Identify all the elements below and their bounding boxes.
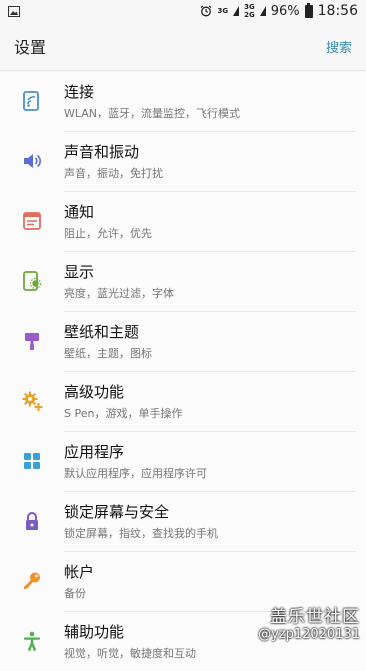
item-subtitle: 壁纸，主题，图标 <box>64 346 152 360</box>
apps-icon <box>0 431 64 491</box>
connection-icon <box>0 71 64 131</box>
item-subtitle: 锁定屏幕，指纹，查找我的手机 <box>64 526 218 540</box>
item-label: 显示 <box>64 262 95 281</box>
watermark-user: @yzp12020131 <box>258 627 360 642</box>
watermark-brand: 盖乐世社区 <box>270 607 360 627</box>
item-subtitle: 视觉，听觉，敏捷度和互动 <box>64 647 196 660</box>
settings-item-wallpaper-themes[interactable]: 壁纸和主题 壁纸，主题，图标 <box>0 311 366 372</box>
item-subtitle: 备份 <box>64 586 86 600</box>
gallery-notification-icon <box>8 5 20 17</box>
watermark: 盖乐世社区 @yzp12020131 <box>258 602 360 642</box>
item-subtitle: 亮度，蓝光过滤，字体 <box>64 286 174 300</box>
signal-sim1-icon <box>233 6 240 16</box>
settings-item-notifications[interactable]: 通知 阻止，允许，优先 <box>0 191 366 252</box>
network-type-sim2-top: 3G <box>244 2 255 11</box>
settings-item-connection[interactable]: 连接 WLAN，蓝牙，流量监控，飞行模式 <box>0 71 366 132</box>
item-label: 声音和振动 <box>64 142 140 161</box>
advanced-gear-icon <box>0 371 64 431</box>
settings-item-sound[interactable]: 声音和振动 声音，振动，免打扰 <box>0 131 366 192</box>
battery-icon <box>304 2 313 18</box>
lock-icon <box>0 491 64 551</box>
key-icon <box>0 551 64 611</box>
sound-icon <box>0 131 64 191</box>
settings-item-applications[interactable]: 应用程序 默认应用程序，应用程序许可 <box>0 431 366 492</box>
clock: 18:56 <box>317 3 358 19</box>
item-label: 连接 <box>64 82 95 101</box>
item-subtitle: 声音，振动，免打扰 <box>64 166 163 180</box>
battery-fill <box>305 5 312 17</box>
item-subtitle: 阻止，允许，优先 <box>64 226 152 240</box>
display-icon <box>0 251 64 311</box>
accessibility-icon <box>0 611 64 671</box>
network-type-sim1: 3G <box>217 6 229 15</box>
network-type-sim2: 3G 2G <box>244 2 255 19</box>
item-label: 壁纸和主题 <box>64 322 140 341</box>
item-label: 锁定屏幕与安全 <box>64 502 170 521</box>
settings-item-advanced-features[interactable]: 高级功能 S Pen，游戏，单手操作 <box>0 371 366 432</box>
search-button[interactable]: 搜索 <box>326 37 352 56</box>
network-type-sim2-bottom: 2G <box>244 10 255 19</box>
battery-percent: 96% <box>270 3 300 19</box>
signal-sim2-icon <box>259 6 266 16</box>
status-bar: 3G 3G 2G 96% 18:56 <box>0 0 366 22</box>
wallpaper-icon <box>0 311 64 371</box>
item-label: 应用程序 <box>64 442 125 461</box>
item-label: 高级功能 <box>64 382 125 401</box>
notification-icon <box>0 191 64 251</box>
item-subtitle: WLAN，蓝牙，流量监控，飞行模式 <box>64 106 241 120</box>
alarm-icon <box>200 5 212 17</box>
settings-item-lock-screen-security[interactable]: 锁定屏幕与安全 锁定屏幕，指纹，查找我的手机 <box>0 491 366 552</box>
item-label: 帐户 <box>64 562 95 581</box>
page-title: 设置 <box>14 38 47 57</box>
settings-item-display[interactable]: 显示 亮度，蓝光过滤，字体 <box>0 251 366 312</box>
item-label: 通知 <box>64 202 95 221</box>
item-subtitle: S Pen，游戏，单手操作 <box>64 406 183 420</box>
item-subtitle: 默认应用程序，应用程序许可 <box>64 466 207 480</box>
settings-header: 设置 搜索 <box>0 22 366 71</box>
settings-list: 连接 WLAN，蓝牙，流量监控，飞行模式 声音和振动 声音，振动，免打扰 通知 … <box>0 71 366 671</box>
